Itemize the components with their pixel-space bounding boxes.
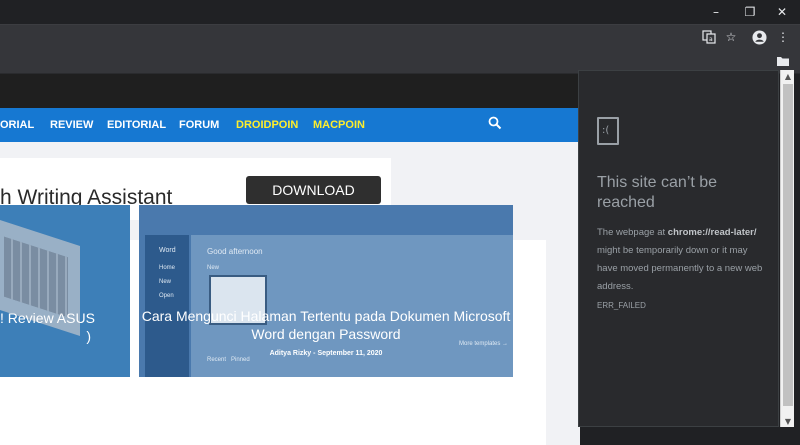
word-new-label: New [159, 279, 172, 285]
nav-item-review[interactable]: REVIEW [50, 119, 93, 131]
word-new-heading: New [207, 265, 220, 271]
read-later-panel: :( This site can’t be reached The webpag… [578, 70, 779, 427]
error-description: The webpage at chrome://read-later/ migh… [597, 224, 767, 296]
sad-page-icon: :( [597, 117, 619, 145]
browser-toolbar: a ☆ ⋮ [0, 24, 800, 48]
scroll-up-icon[interactable]: ▲ [781, 70, 795, 82]
article-author[interactable]: Aditya Rizky [270, 350, 312, 357]
article-title-line2: ) [86, 328, 91, 344]
error-heading: This site can’t be reached [597, 174, 718, 211]
search-icon[interactable] [488, 116, 502, 135]
nav-item-editorial[interactable]: EDITORIAL [107, 119, 166, 131]
error-code: ERR_FAILED [597, 301, 646, 310]
profile-icon[interactable] [750, 28, 768, 46]
restore-icon[interactable]: ❐ [734, 0, 766, 24]
window-titlebar: – ❐ ✕ [0, 0, 800, 24]
folder-icon[interactable] [774, 52, 792, 70]
article-title-line1: ! Review ASUS [0, 310, 95, 326]
article-card[interactable]: ! Review ASUS ) [0, 205, 130, 377]
nav-item-tutorial[interactable]: ORIAL [0, 119, 34, 131]
nav-item-droidpoin[interactable]: DROIDPOIN [236, 119, 298, 131]
word-open-label: Open [159, 293, 174, 299]
site-top-bar [0, 74, 580, 108]
article-card[interactable]: Word Home New Open Good afternoon New Mo… [139, 205, 513, 377]
scroll-thumb[interactable] [783, 84, 793, 406]
meta-separator: - [313, 350, 316, 357]
word-greeting-label: Good afternoon [207, 247, 263, 256]
site-nav: ORIAL REVIEW EDITORIAL FORUM DROIDPOIN M… [0, 108, 580, 142]
article-title[interactable]: ! Review ASUS ) [0, 309, 125, 345]
minimize-icon[interactable]: – [700, 0, 732, 24]
word-recent-tab: Recent [207, 357, 227, 363]
nav-item-macpoin[interactable]: MACPOIN [313, 119, 365, 131]
star-icon[interactable]: ☆ [722, 28, 740, 46]
panel-scrollbar[interactable]: ▲ ▼ [780, 70, 794, 427]
close-icon[interactable]: ✕ [766, 0, 798, 24]
word-pinned-tab: Pinned [231, 357, 250, 363]
article-meta: Aditya Rizky - September 11, 2020 [139, 350, 513, 357]
menu-icon[interactable]: ⋮ [774, 28, 792, 46]
svg-text:a: a [709, 36, 713, 43]
scroll-down-icon[interactable]: ▼ [781, 415, 795, 427]
download-button[interactable]: DOWNLOAD [246, 176, 381, 204]
word-app-label: Word [159, 247, 176, 254]
word-home-label: Home [159, 265, 176, 271]
article-date: September 11, 2020 [317, 350, 383, 357]
error-prefix: The webpage at [597, 227, 668, 238]
article-title[interactable]: Cara Mengunci Halaman Tertentu pada Doku… [139, 307, 513, 343]
nav-item-forum[interactable]: FORUM [179, 119, 219, 131]
error-suffix: might be temporarily down or it may have… [597, 245, 763, 292]
translate-icon[interactable]: a [700, 28, 718, 46]
error-url: chrome://read-later/ [667, 227, 757, 238]
